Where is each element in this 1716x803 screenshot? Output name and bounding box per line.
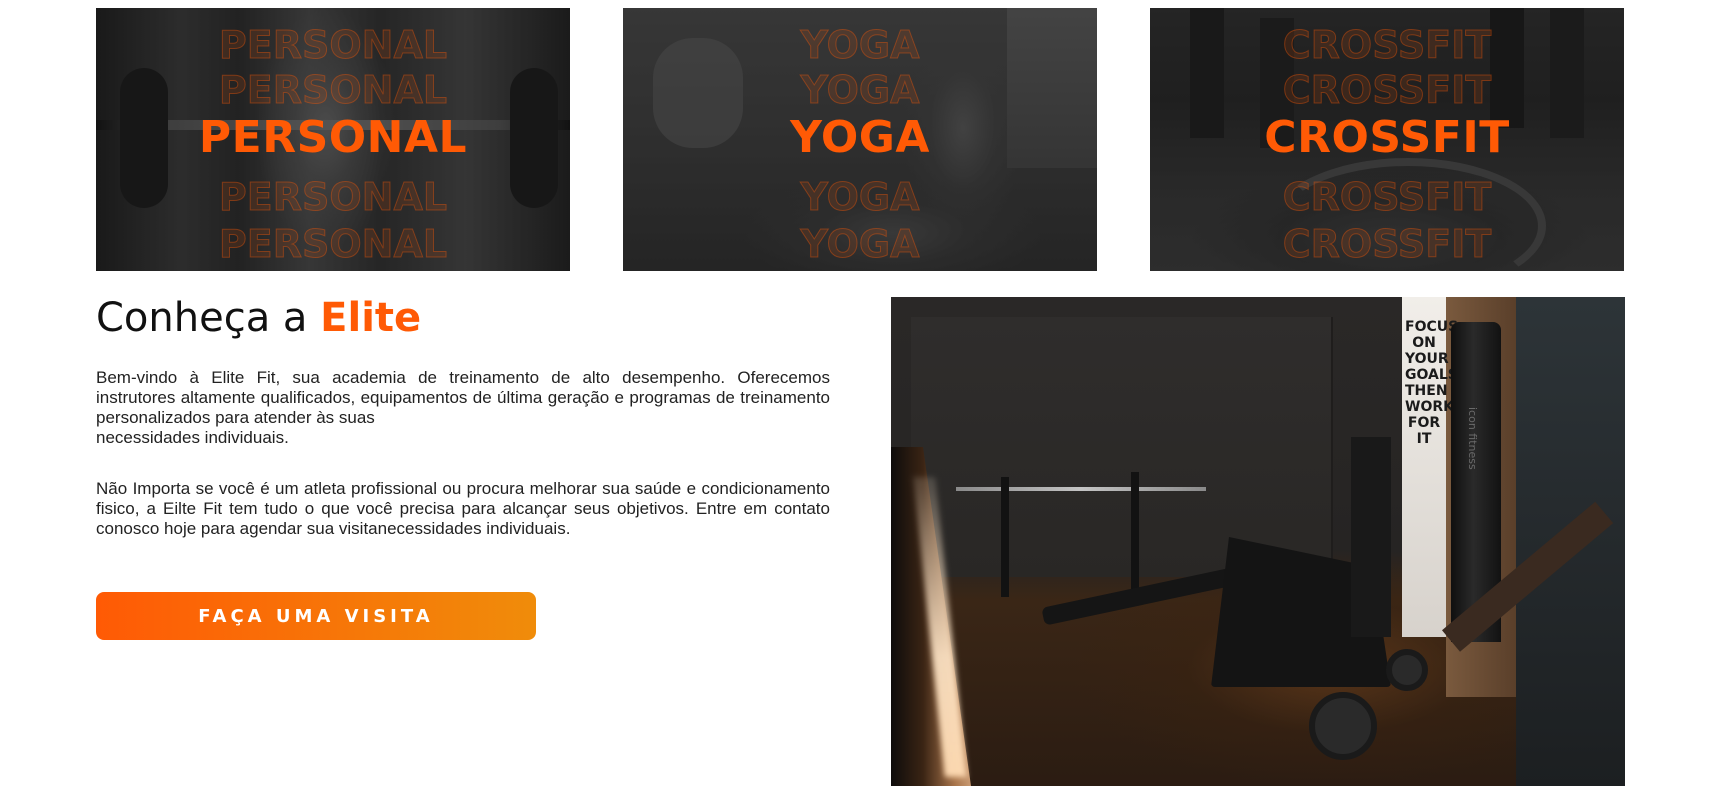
- motivational-poster: FOCUS ON YOUR GOALS THEN WORK FOR IT: [1402, 297, 1459, 637]
- card-echo-text: PERSONAL: [218, 23, 448, 67]
- category-label-yoga: YOGA: [790, 112, 930, 163]
- weight-plate: [1386, 649, 1428, 691]
- card-echo-text: CROSSFIT: [1282, 222, 1492, 266]
- about-title-prefix: Conheça a: [96, 295, 308, 341]
- about-paragraph-2: Não Importa se você é um atleta profissi…: [96, 479, 830, 538]
- about-title: Conheça a Elite: [96, 294, 421, 342]
- machine-label: icon fitness: [1466, 407, 1479, 470]
- card-echo-text: YOGA: [800, 175, 920, 219]
- gym-interior-photo: FOCUS ON YOUR GOALS THEN WORK FOR IT ico…: [891, 297, 1625, 786]
- category-label-crossfit: CROSSFIT: [1264, 112, 1510, 163]
- weight-plate: [1309, 692, 1377, 760]
- page: PERSONAL PERSONAL PERSONAL PERSONAL PERS…: [0, 0, 1716, 803]
- about-paragraph-1: Bem-vindo à Elite Fit, sua academia de t…: [96, 368, 830, 448]
- category-card-yoga[interactable]: YOGA YOGA YOGA YOGA YOGA: [623, 8, 1097, 271]
- card-echo-text: PERSONAL: [218, 68, 448, 112]
- card-echo-text: YOGA: [800, 23, 920, 67]
- category-card-personal[interactable]: PERSONAL PERSONAL PERSONAL PERSONAL PERS…: [96, 8, 570, 271]
- about-paragraph-1-line-2: necessidades individuais.: [96, 428, 289, 447]
- barbell: [956, 487, 1206, 491]
- about-title-accent: Elite: [320, 295, 422, 341]
- card-echo-text: CROSSFIT: [1282, 68, 1492, 112]
- card-echo-text: CROSSFIT: [1282, 23, 1492, 67]
- card-echo-text: CROSSFIT: [1282, 175, 1492, 219]
- category-card-crossfit[interactable]: CROSSFIT CROSSFIT CROSSFIT CROSSFIT CROS…: [1150, 8, 1624, 271]
- about-paragraph-1-line-1: Bem-vindo à Elite Fit, sua academia de t…: [96, 368, 830, 427]
- visit-button[interactable]: FAÇA UMA VISITA: [96, 592, 536, 640]
- card-echo-text: PERSONAL: [218, 175, 448, 219]
- card-echo-text: PERSONAL: [218, 222, 448, 266]
- card-echo-text: YOGA: [800, 68, 920, 112]
- card-echo-text: YOGA: [800, 222, 920, 266]
- category-label-personal: PERSONAL: [198, 112, 468, 163]
- poster-text: FOCUS ON YOUR GOALS THEN WORK FOR IT: [1405, 319, 1459, 447]
